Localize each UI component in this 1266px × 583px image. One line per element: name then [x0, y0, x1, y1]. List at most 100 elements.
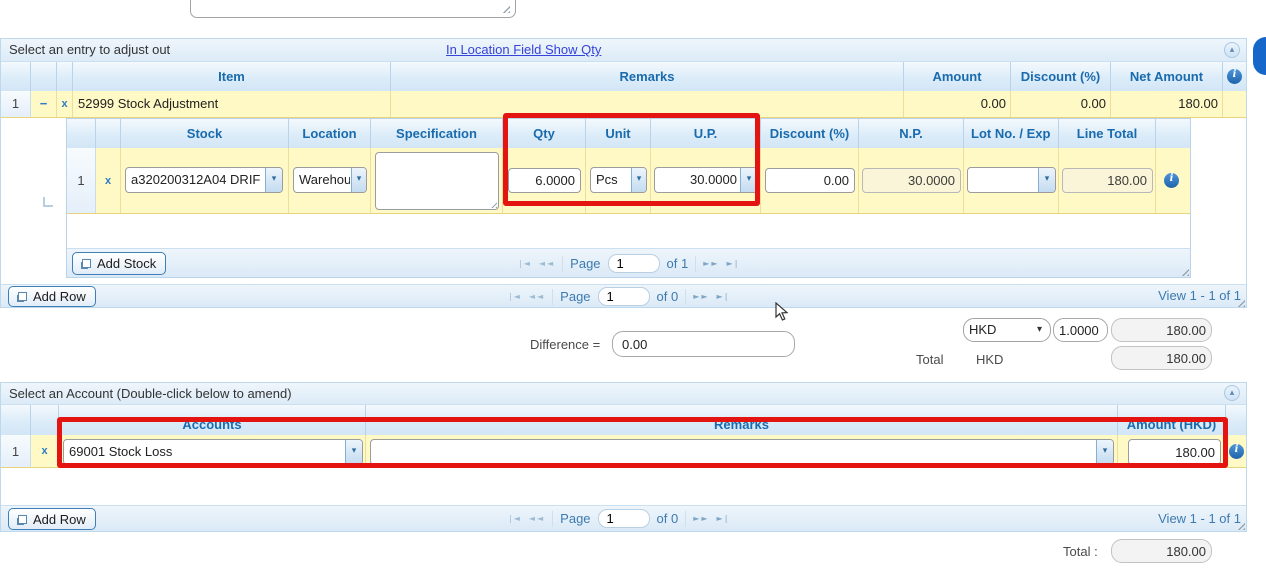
header-item: Item	[73, 62, 391, 91]
dropdown-arrow-icon[interactable]: ▾	[345, 440, 362, 464]
pager-separator	[685, 511, 686, 527]
dropdown-arrow-icon[interactable]: ▾	[740, 168, 757, 192]
add-row-label: Add Row	[33, 512, 86, 527]
pager-prev-icon[interactable]: ◄◄	[529, 514, 545, 523]
discount-cell[interactable]: 0.00	[1011, 91, 1111, 117]
add-stock-button[interactable]: Add Stock	[72, 252, 166, 275]
page-input[interactable]	[608, 254, 660, 273]
amount-cell[interactable]: 0.00	[904, 91, 1011, 117]
account-remarks-dropdown[interactable]: ▾	[370, 439, 1114, 465]
pager-first-icon[interactable]: |◄	[509, 514, 522, 523]
stock-subgrid-footer: Add Stock |◄ ◄◄ Page of 1 ►► ►|	[67, 248, 1190, 277]
view-records-info: View 1 - 1 of 1	[1158, 288, 1241, 303]
pager-last-icon[interactable]: ►|	[717, 292, 730, 301]
remarks-cell[interactable]	[391, 91, 904, 117]
page-label: Page	[570, 256, 600, 271]
discount-line-input[interactable]	[765, 168, 855, 193]
location-dropdown-value: Warehous	[299, 168, 350, 192]
pager-first-icon[interactable]: |◄	[509, 292, 522, 301]
dropdown-arrow-icon[interactable]: ▾	[265, 168, 282, 192]
note-textarea[interactable]	[190, 0, 516, 18]
grand-total-label: Total :	[1063, 544, 1098, 559]
subgrid-delete-row-icon[interactable]: x	[96, 148, 121, 213]
pager-next-icon[interactable]: ►►	[703, 259, 719, 268]
np-input	[862, 168, 961, 193]
delete-row-icon[interactable]: x	[57, 91, 73, 117]
line-info-icon[interactable]: i	[1164, 173, 1179, 188]
page-input[interactable]	[598, 509, 650, 528]
subgrid-resize-handle-icon[interactable]	[1179, 266, 1189, 276]
subgrid-header-np: N.P.	[859, 119, 964, 148]
page-label: Page	[560, 511, 590, 526]
header-net-amount: Net Amount	[1111, 62, 1223, 91]
dropdown-arrow-icon[interactable]: ▾	[351, 168, 366, 192]
header-rownum	[1, 62, 31, 91]
floating-action-fragment[interactable]	[1253, 37, 1266, 75]
accounts-grid-titlebar: Select an Account (Double-click below to…	[1, 383, 1246, 405]
subgrid-header-qty: Qty	[503, 119, 586, 148]
pager-next-icon[interactable]: ►►	[693, 292, 709, 301]
add-record-icon	[18, 515, 27, 524]
dropdown-arrow-icon[interactable]: ▾	[631, 168, 646, 192]
pager-last-icon[interactable]: ►|	[717, 514, 730, 523]
stock-subgrid: Stock Location Specification Qty Unit U.…	[66, 118, 1191, 278]
header-amount: Amount	[904, 62, 1011, 91]
header-info-col: i	[1223, 62, 1246, 91]
account-remarks-value	[376, 440, 1095, 464]
account-info-icon[interactable]: i	[1229, 444, 1244, 459]
dropdown-arrow-icon[interactable]: ▾	[1096, 440, 1113, 464]
item-cell[interactable]: 52999 Stock Adjustment	[73, 91, 391, 117]
collapse-panel-icon[interactable]: ▴	[1224, 42, 1240, 58]
page-input[interactable]	[598, 287, 650, 306]
account-dropdown[interactable]: 69001 Stock Loss ▾	[63, 439, 363, 465]
account-amount-input[interactable]	[1128, 439, 1221, 465]
header-delete-col	[57, 62, 73, 91]
header-expand-col	[31, 62, 57, 91]
up-dropdown[interactable]: 30.0000 ▾	[654, 167, 758, 193]
location-dropdown[interactable]: Warehous ▾	[293, 167, 367, 193]
pager-next-icon[interactable]: ►►	[693, 514, 709, 523]
pager-separator	[562, 256, 563, 272]
account-dropdown-value: 69001 Stock Loss	[69, 440, 344, 464]
lot-dropdown[interactable]: ▾	[967, 167, 1056, 193]
entries-grid-titlebar: Select an entry to adjust out In Locatio…	[1, 39, 1246, 62]
currency-select[interactable]: HKD ▾	[963, 318, 1051, 342]
accounts-grid-title: Select an Account (Double-click below to…	[9, 386, 292, 401]
specification-textarea[interactable]	[375, 152, 499, 210]
pager-separator	[552, 511, 553, 527]
pager-first-icon[interactable]: |◄	[519, 259, 532, 268]
unit-dropdown-value: Pcs	[596, 168, 630, 192]
qty-input[interactable]	[508, 168, 581, 193]
delete-row-icon[interactable]: x	[31, 435, 59, 467]
exchange-rate-input[interactable]	[1053, 318, 1108, 342]
collapse-row-icon[interactable]: −	[31, 91, 57, 117]
location-qty-link[interactable]: In Location Field Show Qty	[446, 39, 601, 61]
subgrid-row-number: 1	[67, 148, 96, 213]
subgrid-header-delete-col	[96, 119, 121, 148]
subgrid-header-info-col	[1156, 119, 1190, 148]
unit-dropdown[interactable]: Pcs ▾	[590, 167, 647, 193]
stock-dropdown[interactable]: a320200312A04 DRIF ▾	[125, 167, 283, 193]
pager-prev-icon[interactable]: ◄◄	[539, 259, 555, 268]
dropdown-arrow-icon[interactable]: ▾	[1038, 168, 1055, 192]
page-of-label: of 1	[667, 256, 689, 271]
add-record-icon	[18, 292, 27, 301]
add-row-button[interactable]: Add Row	[8, 508, 96, 530]
collapse-panel-icon[interactable]: ▴	[1224, 385, 1240, 401]
subgrid-header-discount: Discount (%)	[761, 119, 859, 148]
add-row-button[interactable]: Add Row	[8, 286, 96, 307]
total-amount-input	[1111, 346, 1212, 370]
accounts-grid-footer: Add Row |◄ ◄◄ Page of 0 ►► ►| View 1 - 1…	[1, 505, 1246, 531]
difference-input[interactable]	[612, 331, 795, 357]
row-number: 1	[1, 91, 31, 117]
info-icon[interactable]: i	[1227, 69, 1242, 84]
net-amount-cell[interactable]: 180.00	[1111, 91, 1223, 117]
header-account-remarks: Remarks	[366, 405, 1118, 435]
add-stock-label: Add Stock	[97, 256, 156, 271]
pager-separator	[695, 256, 696, 272]
header-delete-col	[31, 405, 59, 435]
stock-subgrid-pager: |◄ ◄◄ Page of 1 ►► ►|	[519, 254, 739, 273]
pager-last-icon[interactable]: ►|	[727, 259, 740, 268]
header-discount: Discount (%)	[1011, 62, 1111, 91]
pager-prev-icon[interactable]: ◄◄	[529, 292, 545, 301]
